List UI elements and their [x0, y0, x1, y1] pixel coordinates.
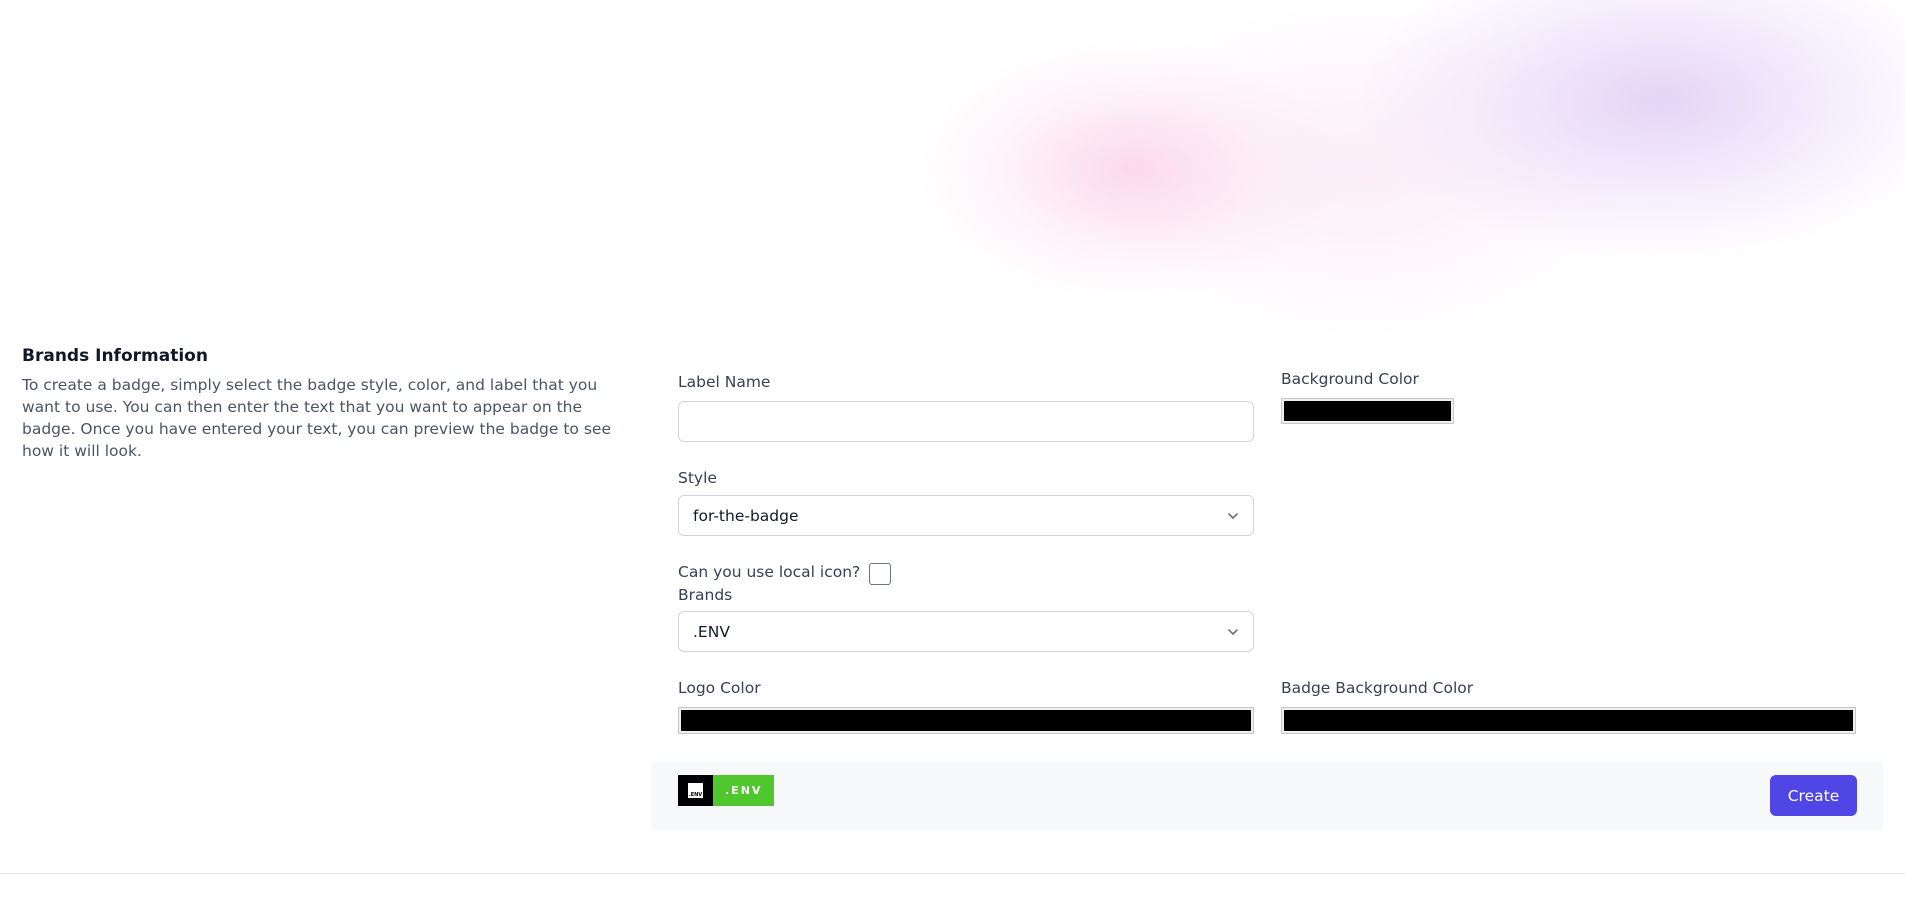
divider — [0, 873, 1905, 874]
badge-preview: .ENV .ENV — [678, 775, 775, 806]
decorative-gradient-pink — [920, 40, 1340, 300]
chevron-down-icon — [1228, 629, 1238, 635]
style-select[interactable]: for-the-badge — [678, 495, 1254, 536]
label-name-input[interactable] — [678, 401, 1254, 442]
env-logo-icon: .ENV — [688, 783, 703, 798]
logo-color-label: Logo Color — [678, 679, 761, 697]
background-color-label: Background Color — [1281, 370, 1419, 388]
local-icon-checkbox[interactable] — [869, 563, 891, 585]
logo-color-swatch — [681, 710, 1251, 731]
brands-label: Brands — [678, 586, 733, 604]
local-icon-label: Can you use local icon? — [678, 563, 861, 581]
create-button[interactable]: Create — [1770, 775, 1857, 816]
chevron-down-icon — [1228, 513, 1238, 519]
section-description: To create a badge, simply select the bad… — [22, 376, 611, 460]
brands-select-value: .ENV — [693, 622, 730, 641]
badge-background-color-swatch — [1284, 710, 1853, 731]
badge-logo: .ENV — [678, 775, 713, 806]
badge-text: .ENV — [713, 775, 775, 806]
label-name-label: Label Name — [678, 373, 771, 391]
background-color-picker[interactable] — [1281, 398, 1454, 424]
decorative-gradient-pink-wide — [1080, 0, 1640, 340]
badge-logo-text: .ENV — [688, 792, 703, 798]
logo-color-picker[interactable] — [678, 707, 1254, 734]
section-title: Brands Information — [22, 346, 208, 366]
badge-background-color-label: Badge Background Color — [1281, 679, 1474, 697]
decorative-gradient-purple — [1360, 0, 1905, 260]
style-label: Style — [678, 469, 717, 487]
badge-background-color-picker[interactable] — [1281, 707, 1856, 734]
style-select-value: for-the-badge — [693, 506, 799, 525]
background-color-swatch — [1284, 401, 1451, 421]
brands-select[interactable]: .ENV — [678, 611, 1254, 652]
form-footer — [651, 762, 1883, 830]
